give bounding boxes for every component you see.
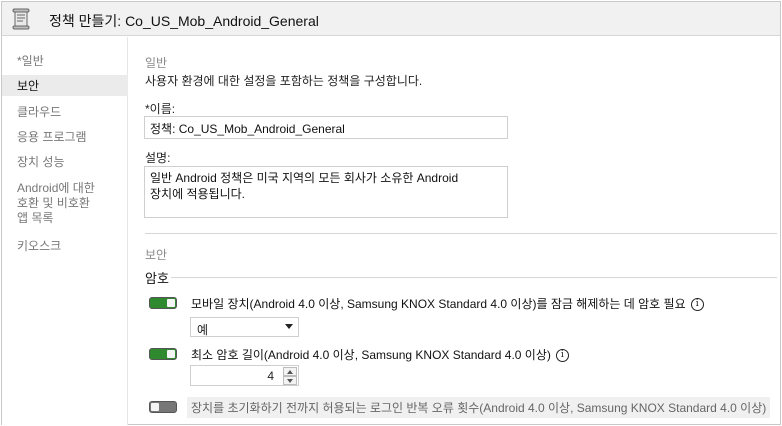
require-password-select-value: 예 — [197, 323, 209, 337]
sidebar-item-cloud[interactable]: 클라우드 — [17, 105, 61, 120]
min-length-label: 최소 암호 길이(Android 4.0 이상, Samsung KNOX St… — [191, 348, 551, 362]
main-panel: 일반 사용자 환경에 대한 설정을 포함하는 정책을 구성합니다. *이름: 정… — [129, 37, 780, 425]
sidebar-item-app-list-line1: Android에 대한 — [17, 181, 95, 195]
require-password-select[interactable]: 예 — [190, 317, 299, 337]
description-label: 설명: — [145, 151, 171, 165]
min-length-setting: 최소 암호 길이(Android 4.0 이상, Samsung KNOX St… — [191, 346, 569, 363]
stepper-up-button[interactable] — [283, 367, 297, 376]
description-field[interactable]: 일반 Android 정책은 미국 지역의 모든 회사가 소유한 Android… — [144, 166, 508, 218]
document-scroll-icon — [12, 8, 30, 30]
title-bar: 정책 만들기: Co_US_Mob_Android_General — [2, 2, 780, 36]
sidebar-item-device-performance[interactable]: 장치 성능 — [17, 155, 65, 170]
min-length-value: 4 — [267, 369, 274, 383]
sidebar-nav: *일반 보안 클라우드 응용 프로그램 장치 성능 Android에 대한 호환… — [2, 37, 128, 425]
min-length-toggle[interactable] — [149, 348, 177, 360]
section-divider — [145, 233, 777, 234]
wipe-attempts-toggle[interactable] — [149, 401, 177, 413]
min-length-stepper[interactable]: 4 — [190, 365, 299, 386]
chevron-down-icon — [287, 379, 293, 383]
security-section-header: 보안 — [145, 248, 168, 262]
info-icon[interactable]: i — [555, 349, 569, 363]
password-group-divider — [171, 277, 777, 278]
chevron-down-icon — [285, 324, 293, 329]
require-password-setting: 모바일 장치(Android 4.0 이상, Samsung KNOX Stan… — [191, 295, 704, 312]
description-line2: 장치에 적용됩니다. — [150, 187, 245, 201]
require-password-toggle[interactable] — [149, 297, 177, 309]
chevron-up-icon — [287, 370, 293, 374]
sidebar-item-app-compliance-list[interactable]: Android에 대한 호환 및 비호환 앱 목록 — [17, 181, 95, 226]
sidebar-item-app-list-line2: 호환 및 비호환 — [17, 196, 90, 210]
general-description: 사용자 환경에 대한 설정을 포함하는 정책을 구성합니다. — [145, 74, 423, 88]
info-icon[interactable]: i — [690, 298, 704, 312]
wipe-attempts-label: 장치를 초기화하기 전까지 허용되는 로그인 반복 오류 횟수(Android … — [187, 397, 771, 418]
require-password-label: 모바일 장치(Android 4.0 이상, Samsung KNOX Stan… — [191, 297, 686, 311]
policy-window: 정책 만들기: Co_US_Mob_Android_General *일반 보안… — [1, 1, 781, 425]
sidebar-item-security[interactable]: 보안 — [17, 79, 39, 94]
sidebar-item-app-list-line3: 앱 목록 — [17, 211, 54, 225]
description-line1: 일반 Android 정책은 미국 지역의 모든 회사가 소유한 Android — [150, 171, 459, 185]
general-section-header: 일반 — [145, 56, 168, 70]
sidebar-item-applications[interactable]: 응용 프로그램 — [17, 130, 87, 145]
stepper-down-button[interactable] — [283, 376, 297, 385]
window-title: 정책 만들기: Co_US_Mob_Android_General — [49, 13, 319, 29]
name-field[interactable]: 정책: Co_US_Mob_Android_General — [144, 116, 508, 139]
name-label: *이름: — [145, 102, 176, 116]
sidebar-item-general[interactable]: *일반 — [17, 54, 44, 69]
password-group-title: 암호 — [145, 271, 169, 286]
sidebar-item-kiosk[interactable]: 키오스크 — [17, 239, 61, 254]
